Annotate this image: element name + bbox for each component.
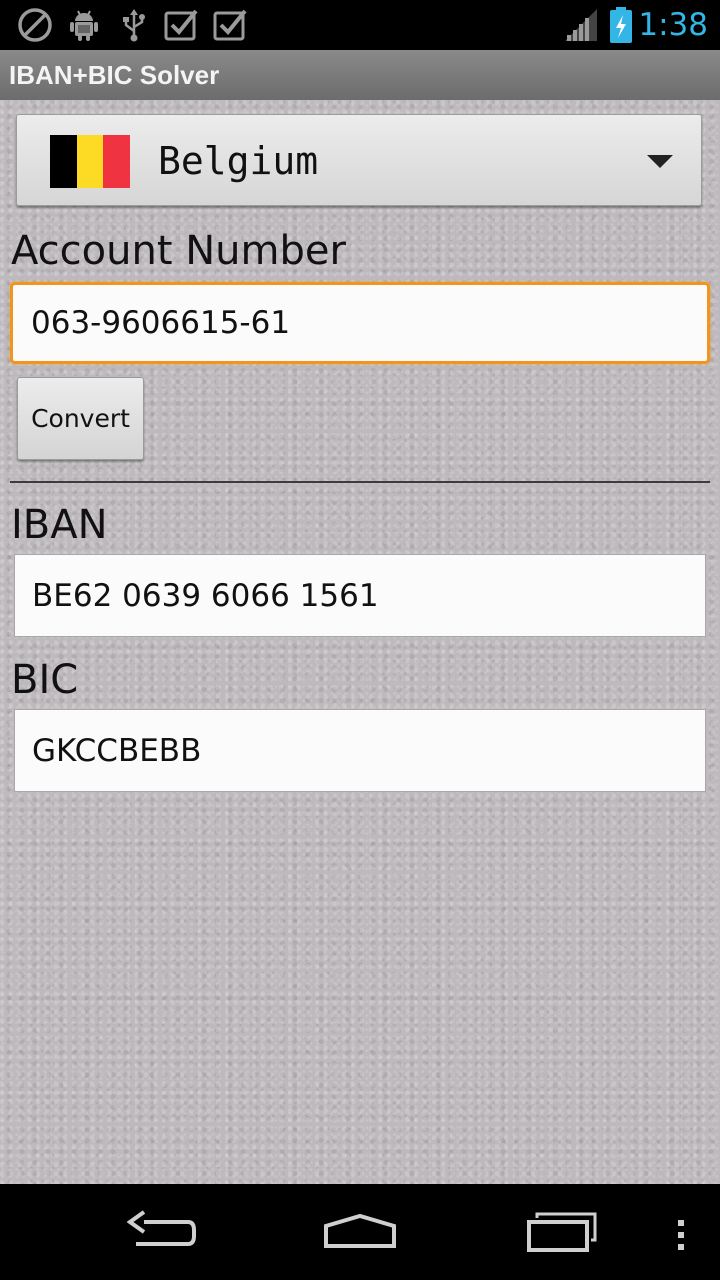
- account-number-input[interactable]: 063-9606615-61: [10, 282, 710, 364]
- flag-stripe-red: [103, 135, 131, 188]
- belgium-flag-icon: [50, 135, 131, 188]
- battery-charging-icon: [608, 7, 634, 43]
- selected-country: Belgium: [158, 139, 319, 183]
- app-title: IBAN+BIC Solver: [9, 60, 220, 90]
- dropdown-arrow-icon: [647, 155, 673, 168]
- bic-field[interactable]: GKCCBEBB: [14, 709, 706, 792]
- title-bar: IBAN+BIC Solver: [0, 50, 720, 101]
- recent-apps-icon[interactable]: [525, 1202, 601, 1262]
- flag-stripe-yellow: [76, 135, 104, 188]
- iban-label: IBAN: [11, 502, 108, 548]
- phone-screen: 1:38 IBAN+BIC Solver Belgium Account Num…: [0, 0, 720, 1280]
- blocked-icon: [17, 7, 53, 43]
- signal-icon: [563, 7, 599, 43]
- divider: [10, 481, 710, 483]
- overflow-menu-icon[interactable]: [668, 1202, 694, 1262]
- flag-stripe-black: [50, 135, 77, 188]
- back-icon[interactable]: [120, 1202, 200, 1262]
- convert-button[interactable]: Convert: [17, 377, 144, 460]
- clock: 1:38: [638, 7, 708, 43]
- country-spinner[interactable]: Belgium: [16, 114, 702, 206]
- android-debug-icon: [66, 7, 102, 43]
- iban-field[interactable]: BE62 0639 6066 1561: [14, 554, 706, 637]
- checkbox-icon: [163, 7, 199, 43]
- status-bar: 1:38: [0, 0, 720, 50]
- account-number-label: Account Number: [11, 228, 346, 274]
- home-icon[interactable]: [320, 1202, 400, 1262]
- main-content: Belgium Account Number 063-9606615-61 Co…: [0, 100, 720, 1184]
- navigation-bar: [0, 1184, 720, 1280]
- usb-icon: [116, 7, 152, 43]
- checkbox-icon: [212, 7, 248, 43]
- bic-label: BIC: [11, 657, 79, 703]
